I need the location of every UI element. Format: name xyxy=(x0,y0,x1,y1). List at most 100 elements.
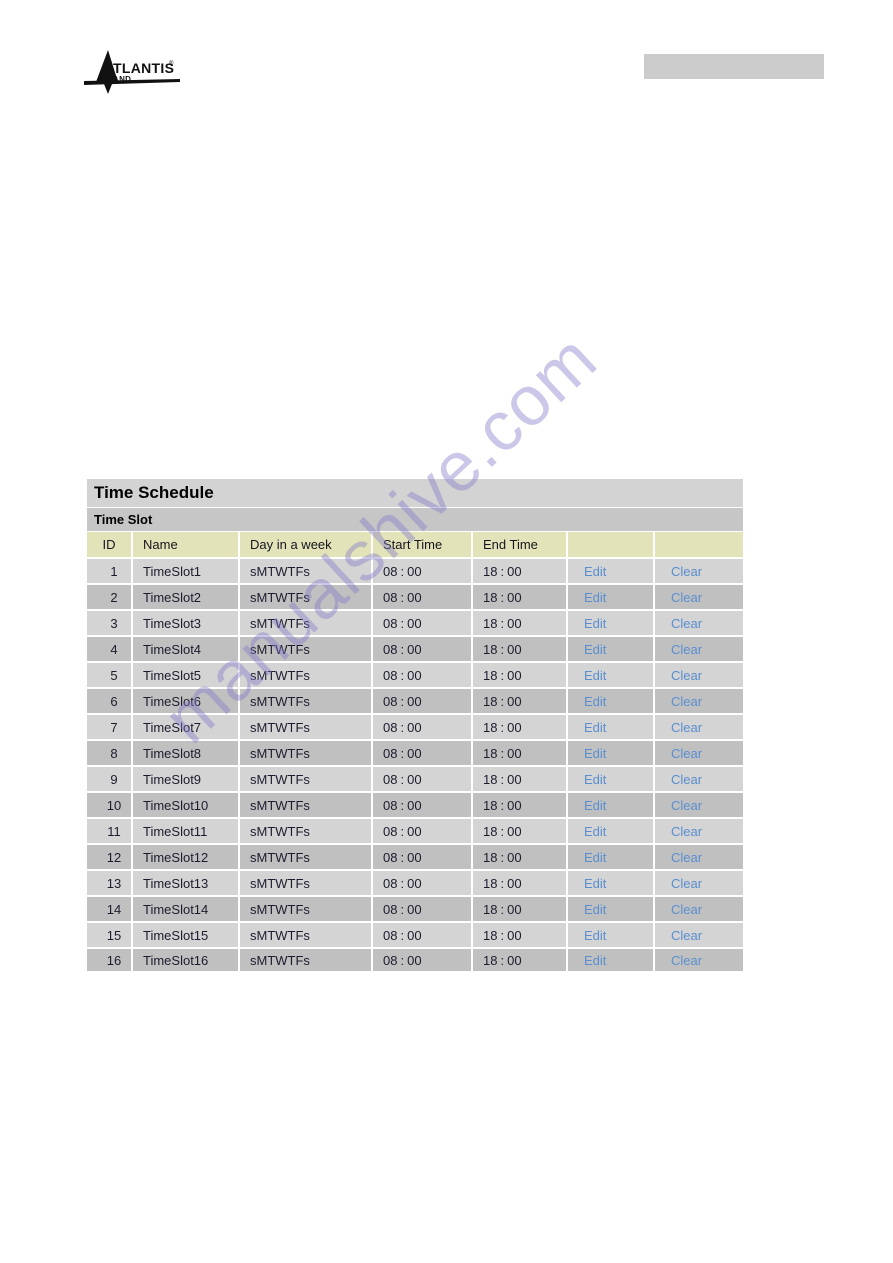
cell-start-time: 08:00 xyxy=(373,687,473,713)
cell-end-time: 18:00 xyxy=(473,947,568,973)
cell-start-time: 08:00 xyxy=(373,921,473,947)
clear-link[interactable]: Clear xyxy=(665,668,702,683)
column-header-start-time: Start Time xyxy=(373,531,473,557)
cell-name: TimeSlot15 xyxy=(133,921,240,947)
edit-link[interactable]: Edit xyxy=(578,928,606,943)
cell-edit[interactable]: Edit xyxy=(568,687,655,713)
clear-link[interactable]: Clear xyxy=(665,876,702,891)
cell-clear[interactable]: Clear xyxy=(655,739,743,765)
clear-link[interactable]: Clear xyxy=(665,694,702,709)
cell-edit[interactable]: Edit xyxy=(568,817,655,843)
column-header-end-time: End Time xyxy=(473,531,568,557)
cell-clear[interactable]: Clear xyxy=(655,635,743,661)
edit-link[interactable]: Edit xyxy=(578,694,606,709)
cell-clear[interactable]: Clear xyxy=(655,609,743,635)
cell-day-in-a-week: sMTWTFs xyxy=(240,739,373,765)
edit-link[interactable]: Edit xyxy=(578,590,606,605)
cell-start-time: 08:00 xyxy=(373,713,473,739)
clear-link[interactable]: Clear xyxy=(665,590,702,605)
cell-start-time: 08:00 xyxy=(373,817,473,843)
svg-text:AND: AND xyxy=(113,75,131,84)
edit-link[interactable]: Edit xyxy=(578,642,606,657)
table-row: 3 TimeSlot3 sMTWTFs 08:00 18:00 Edit Clear xyxy=(87,609,743,635)
edit-link[interactable]: Edit xyxy=(578,720,606,735)
clear-link[interactable]: Clear xyxy=(665,720,702,735)
cell-edit[interactable]: Edit xyxy=(568,713,655,739)
clear-link[interactable]: Clear xyxy=(665,850,702,865)
cell-edit[interactable]: Edit xyxy=(568,739,655,765)
cell-edit[interactable]: Edit xyxy=(568,843,655,869)
cell-edit[interactable]: Edit xyxy=(568,947,655,973)
table-row: 14 TimeSlot14 sMTWTFs 08:00 18:00 Edit Clear xyxy=(87,895,743,921)
cell-clear[interactable]: Clear xyxy=(655,947,743,973)
cell-day-in-a-week: sMTWTFs xyxy=(240,765,373,791)
cell-name: TimeSlot12 xyxy=(133,843,240,869)
cell-edit[interactable]: Edit xyxy=(568,557,655,583)
edit-link[interactable]: Edit xyxy=(578,772,606,787)
page-header: TLANTIS ® AND xyxy=(0,0,893,110)
cell-clear[interactable]: Clear xyxy=(655,687,743,713)
table-row: 6 TimeSlot6 sMTWTFs 08:00 18:00 Edit Clear xyxy=(87,687,743,713)
edit-link[interactable]: Edit xyxy=(578,564,606,579)
page-title: Time Schedule xyxy=(87,479,743,507)
cell-edit[interactable]: Edit xyxy=(568,609,655,635)
cell-clear[interactable]: Clear xyxy=(655,869,743,895)
clear-link[interactable]: Clear xyxy=(665,616,702,631)
cell-day-in-a-week: sMTWTFs xyxy=(240,947,373,973)
clear-link[interactable]: Clear xyxy=(665,564,702,579)
edit-link[interactable]: Edit xyxy=(578,668,606,683)
cell-day-in-a-week: sMTWTFs xyxy=(240,817,373,843)
clear-link[interactable]: Clear xyxy=(665,824,702,839)
table-row: 5 TimeSlot5 sMTWTFs 08:00 18:00 Edit Clear xyxy=(87,661,743,687)
cell-clear[interactable]: Clear xyxy=(655,817,743,843)
cell-start-time: 08:00 xyxy=(373,635,473,661)
cell-start-time: 08:00 xyxy=(373,869,473,895)
table-header-row: ID Name Day in a week Start Time End Tim… xyxy=(87,531,743,557)
cell-clear[interactable]: Clear xyxy=(655,713,743,739)
clear-link[interactable]: Clear xyxy=(665,953,702,968)
clear-link[interactable]: Clear xyxy=(665,642,702,657)
edit-link[interactable]: Edit xyxy=(578,824,606,839)
cell-clear[interactable]: Clear xyxy=(655,895,743,921)
clear-link[interactable]: Clear xyxy=(665,798,702,813)
table-row: 12 TimeSlot12 sMTWTFs 08:00 18:00 Edit Clear xyxy=(87,843,743,869)
cell-edit[interactable]: Edit xyxy=(568,791,655,817)
cell-edit[interactable]: Edit xyxy=(568,869,655,895)
edit-link[interactable]: Edit xyxy=(578,953,606,968)
cell-end-time: 18:00 xyxy=(473,609,568,635)
table-body: 1 TimeSlot1 sMTWTFs 08:00 18:00 Edit Clear 2 Tim… xyxy=(87,557,743,973)
edit-link[interactable]: Edit xyxy=(578,902,606,917)
edit-link[interactable]: Edit xyxy=(578,850,606,865)
cell-id: 5 xyxy=(87,661,133,687)
clear-link[interactable]: Clear xyxy=(665,928,702,943)
cell-clear[interactable]: Clear xyxy=(655,583,743,609)
edit-link[interactable]: Edit xyxy=(578,876,606,891)
cell-edit[interactable]: Edit xyxy=(568,895,655,921)
cell-start-time: 08:00 xyxy=(373,739,473,765)
cell-name: TimeSlot11 xyxy=(133,817,240,843)
cell-clear[interactable]: Clear xyxy=(655,661,743,687)
edit-link[interactable]: Edit xyxy=(578,616,606,631)
cell-name: TimeSlot5 xyxy=(133,661,240,687)
cell-clear[interactable]: Clear xyxy=(655,557,743,583)
clear-link[interactable]: Clear xyxy=(665,902,702,917)
clear-link[interactable]: Clear xyxy=(665,746,702,761)
clear-link[interactable]: Clear xyxy=(665,772,702,787)
cell-edit[interactable]: Edit xyxy=(568,635,655,661)
cell-day-in-a-week: sMTWTFs xyxy=(240,687,373,713)
cell-clear[interactable]: Clear xyxy=(655,765,743,791)
edit-link[interactable]: Edit xyxy=(578,798,606,813)
cell-edit[interactable]: Edit xyxy=(568,583,655,609)
cell-end-time: 18:00 xyxy=(473,583,568,609)
edit-link[interactable]: Edit xyxy=(578,746,606,761)
column-header-clear xyxy=(655,531,743,557)
cell-edit[interactable]: Edit xyxy=(568,661,655,687)
cell-clear[interactable]: Clear xyxy=(655,843,743,869)
table-row: 9 TimeSlot9 sMTWTFs 08:00 18:00 Edit Clear xyxy=(87,765,743,791)
cell-clear[interactable]: Clear xyxy=(655,791,743,817)
cell-id: 16 xyxy=(87,947,133,973)
cell-clear[interactable]: Clear xyxy=(655,921,743,947)
cell-edit[interactable]: Edit xyxy=(568,921,655,947)
cell-edit[interactable]: Edit xyxy=(568,765,655,791)
cell-id: 11 xyxy=(87,817,133,843)
